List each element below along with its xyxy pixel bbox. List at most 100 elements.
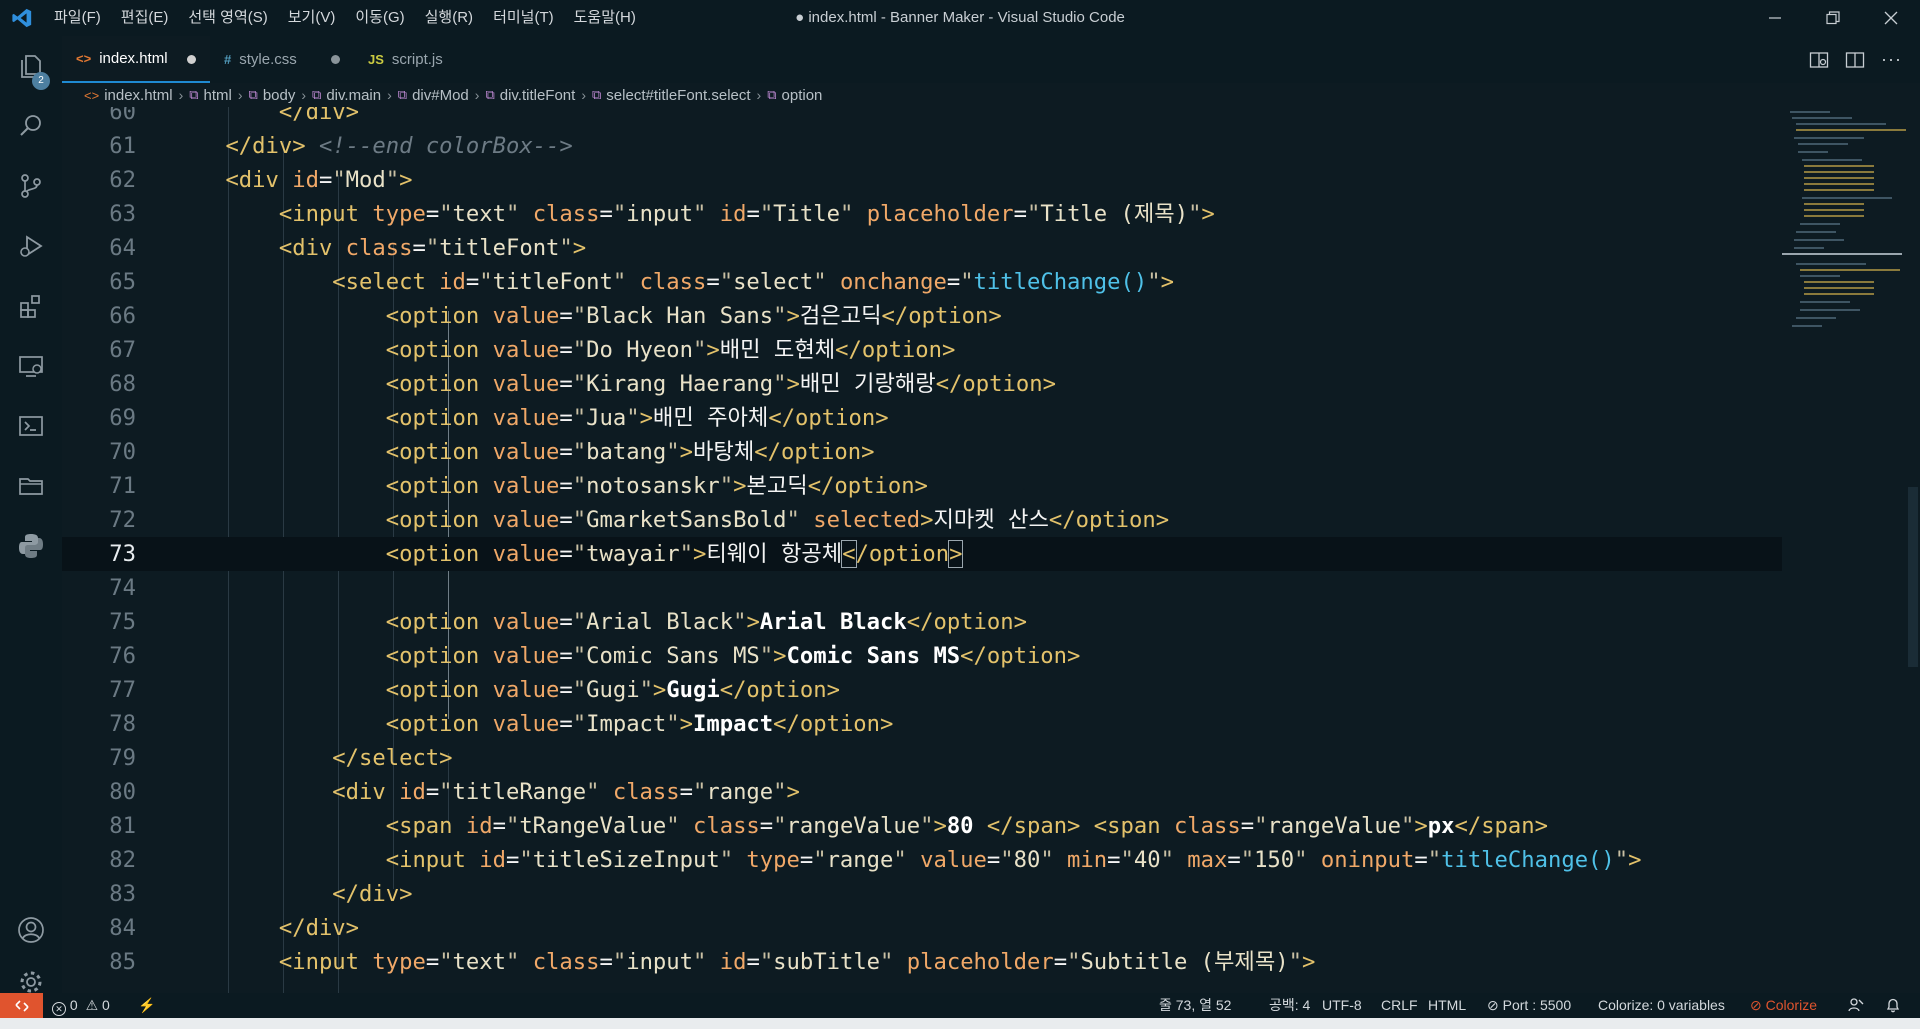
element-icon: ⧉ [312, 87, 322, 102]
title-bar: 파일(F) 편집(E) 선택 영역(S) 보기(V) 이동(G) 실행(R) 터… [0, 0, 1920, 36]
folder-button[interactable] [0, 458, 62, 514]
run-debug-icon [20, 235, 43, 257]
breadcrumb: <> index.html › ⧉ html › ⧉ body › ⧉ div.main › ⧉… [62, 83, 1920, 107]
tab-script-js[interactable]: JS script.js [354, 36, 482, 83]
code-line: 60 </div> [109, 107, 360, 125]
cursor-position[interactable]: 줄 73, 열 52 [1159, 993, 1231, 1018]
python-button[interactable] [0, 518, 62, 574]
explorer-button[interactable]: 2 [0, 38, 62, 94]
colorize-toggle[interactable]: ⊘ Colorize [1750, 993, 1817, 1018]
html-file-icon: <> [76, 51, 92, 66]
menu-selection[interactable]: 선택 영역(S) [178, 0, 277, 36]
code-line: 65 <select id="titleFont" class="select"… [109, 269, 1174, 295]
chevron-right-icon: › [387, 87, 392, 103]
window-controls [1746, 0, 1920, 36]
remote-explorer-button[interactable] [0, 338, 62, 394]
editor-tab-bar: <> index.html # style.css JS script.js ·… [62, 36, 1920, 83]
eol-setting[interactable]: CRLF [1381, 993, 1418, 1018]
run-debug-button[interactable] [0, 218, 62, 274]
breadcrumb-item[interactable]: ⧉ select#titleFont.select [592, 87, 751, 104]
notifications-bell-icon[interactable] [1885, 993, 1901, 1018]
tab-style-css[interactable]: # style.css [210, 36, 354, 83]
warning-count: 0 [102, 997, 110, 1013]
split-editor-icon[interactable] [1845, 50, 1865, 70]
search-icon [20, 115, 41, 136]
unsaved-dot-icon[interactable] [187, 55, 196, 64]
lightning-icon[interactable]: ⚡ [138, 993, 155, 1018]
menu-run[interactable]: 실행(R) [415, 0, 483, 36]
element-icon: ⧉ [485, 87, 495, 102]
error-icon: ✕ [52, 1002, 66, 1016]
chevron-right-icon: › [581, 87, 586, 103]
minimap-slider[interactable] [1782, 253, 1902, 255]
error-count: 0 [69, 997, 78, 1013]
code-line: 75 <option value="Arial Black">Arial Bla… [109, 609, 1027, 635]
code-line: 85 <input type="text" class="input" id="… [109, 949, 1316, 975]
account-button[interactable] [0, 902, 62, 958]
breadcrumb-item[interactable]: ⧉ div.titleFont [485, 87, 575, 104]
breadcrumb-item[interactable]: ⧉ html [189, 87, 232, 104]
minimize-button[interactable] [1746, 0, 1804, 36]
code-line: 62 <div id="Mod"> [109, 167, 413, 193]
tab-label: script.js [391, 51, 443, 68]
remote-icon [14, 999, 29, 1012]
bracket-match: > [948, 540, 964, 568]
python-icon [19, 534, 43, 558]
editor-actions: ··· [1809, 36, 1902, 83]
breadcrumb-item[interactable]: ⧉ option [767, 87, 822, 104]
no-entry-icon: ⊘ [1750, 997, 1762, 1013]
js-file-icon: JS [368, 52, 384, 67]
code-line: 63 <input type="text" class="input" id="… [109, 201, 1215, 227]
scrollbar-thumb[interactable] [1908, 487, 1918, 667]
more-actions-icon[interactable]: ··· [1881, 49, 1902, 70]
remote-indicator-button[interactable] [0, 993, 43, 1018]
language-mode[interactable]: HTML [1428, 993, 1466, 1018]
terminal-button[interactable] [0, 398, 62, 454]
menu-edit[interactable]: 편집(E) [111, 0, 179, 36]
unsaved-dot-icon[interactable] [331, 55, 340, 64]
code-line: 81 <span id="tRangeValue" class="rangeVa… [109, 813, 1548, 839]
source-control-button[interactable] [0, 158, 62, 214]
vertical-scrollbar[interactable] [1906, 107, 1920, 993]
menu-help[interactable]: 도움말(H) [564, 0, 646, 36]
indentation-setting[interactable]: 공백: 4 [1269, 993, 1310, 1018]
code-line: 69 <option value="Jua">배민 주아체</option> [109, 405, 889, 431]
code-line: 70 <option value="batang">바탕체</option> [109, 439, 875, 465]
close-window-button[interactable] [1862, 0, 1920, 36]
breadcrumb-item[interactable]: <> index.html [84, 87, 173, 104]
tab-label: index.html [99, 50, 168, 67]
element-icon: ⧉ [189, 87, 199, 102]
extensions-button[interactable] [0, 278, 62, 334]
menu-view[interactable]: 보기(V) [278, 0, 346, 36]
code-line: 77 <option value="Gugi">Gugi</option> [109, 677, 840, 703]
restore-button[interactable] [1804, 0, 1862, 36]
search-button[interactable] [0, 98, 62, 154]
minimap[interactable] [1782, 107, 1906, 993]
code-editor[interactable]: 60 </div> 61 </div> <!--end colorBox--> … [62, 107, 1782, 993]
code-line: 72 <option value="GmarketSansBold" selec… [109, 507, 1170, 533]
menu-go[interactable]: 이동(G) [345, 0, 414, 36]
bracket-match: < [841, 540, 857, 568]
encoding-setting[interactable]: UTF-8 [1322, 993, 1362, 1018]
code-line: 82 <input id="titleSizeInput" type="rang… [109, 847, 1642, 873]
colorize-variables[interactable]: Colorize: 0 variables [1598, 993, 1725, 1018]
menu-terminal[interactable]: 터미널(T) [483, 0, 564, 36]
source-control-icon [21, 174, 41, 198]
problems-status[interactable]: ✕ 0 ⚠ 0 [52, 993, 110, 1018]
restore-icon [1826, 11, 1840, 25]
breadcrumb-item[interactable]: ⧉ div#Mod [398, 87, 469, 104]
breadcrumb-item[interactable]: ⧉ body [249, 87, 296, 104]
live-server-port[interactable]: ⊘ Port : 5500 [1487, 993, 1571, 1018]
open-preview-icon[interactable] [1809, 50, 1829, 70]
menu-file[interactable]: 파일(F) [44, 0, 111, 36]
code-line: 67 <option value="Do Hyeon">배민 도현체</opti… [109, 337, 956, 363]
status-bar: ✕ 0 ⚠ 0 ⚡ 줄 73, 열 52 공백: 4 UTF-8 CRLF HT… [0, 993, 1920, 1018]
activity-bar: 2 [0, 36, 62, 993]
feedback-icon[interactable] [1848, 993, 1864, 1018]
tab-index-html[interactable]: <> index.html [62, 36, 210, 83]
taskbar-strip [0, 1018, 1920, 1029]
chevron-right-icon: › [237, 87, 243, 103]
code-line: 71 <option value="notosanskr">본고딕</optio… [109, 473, 928, 499]
breadcrumb-item[interactable]: ⧉ div.main [312, 87, 381, 104]
explorer-badge: 2 [32, 72, 50, 90]
